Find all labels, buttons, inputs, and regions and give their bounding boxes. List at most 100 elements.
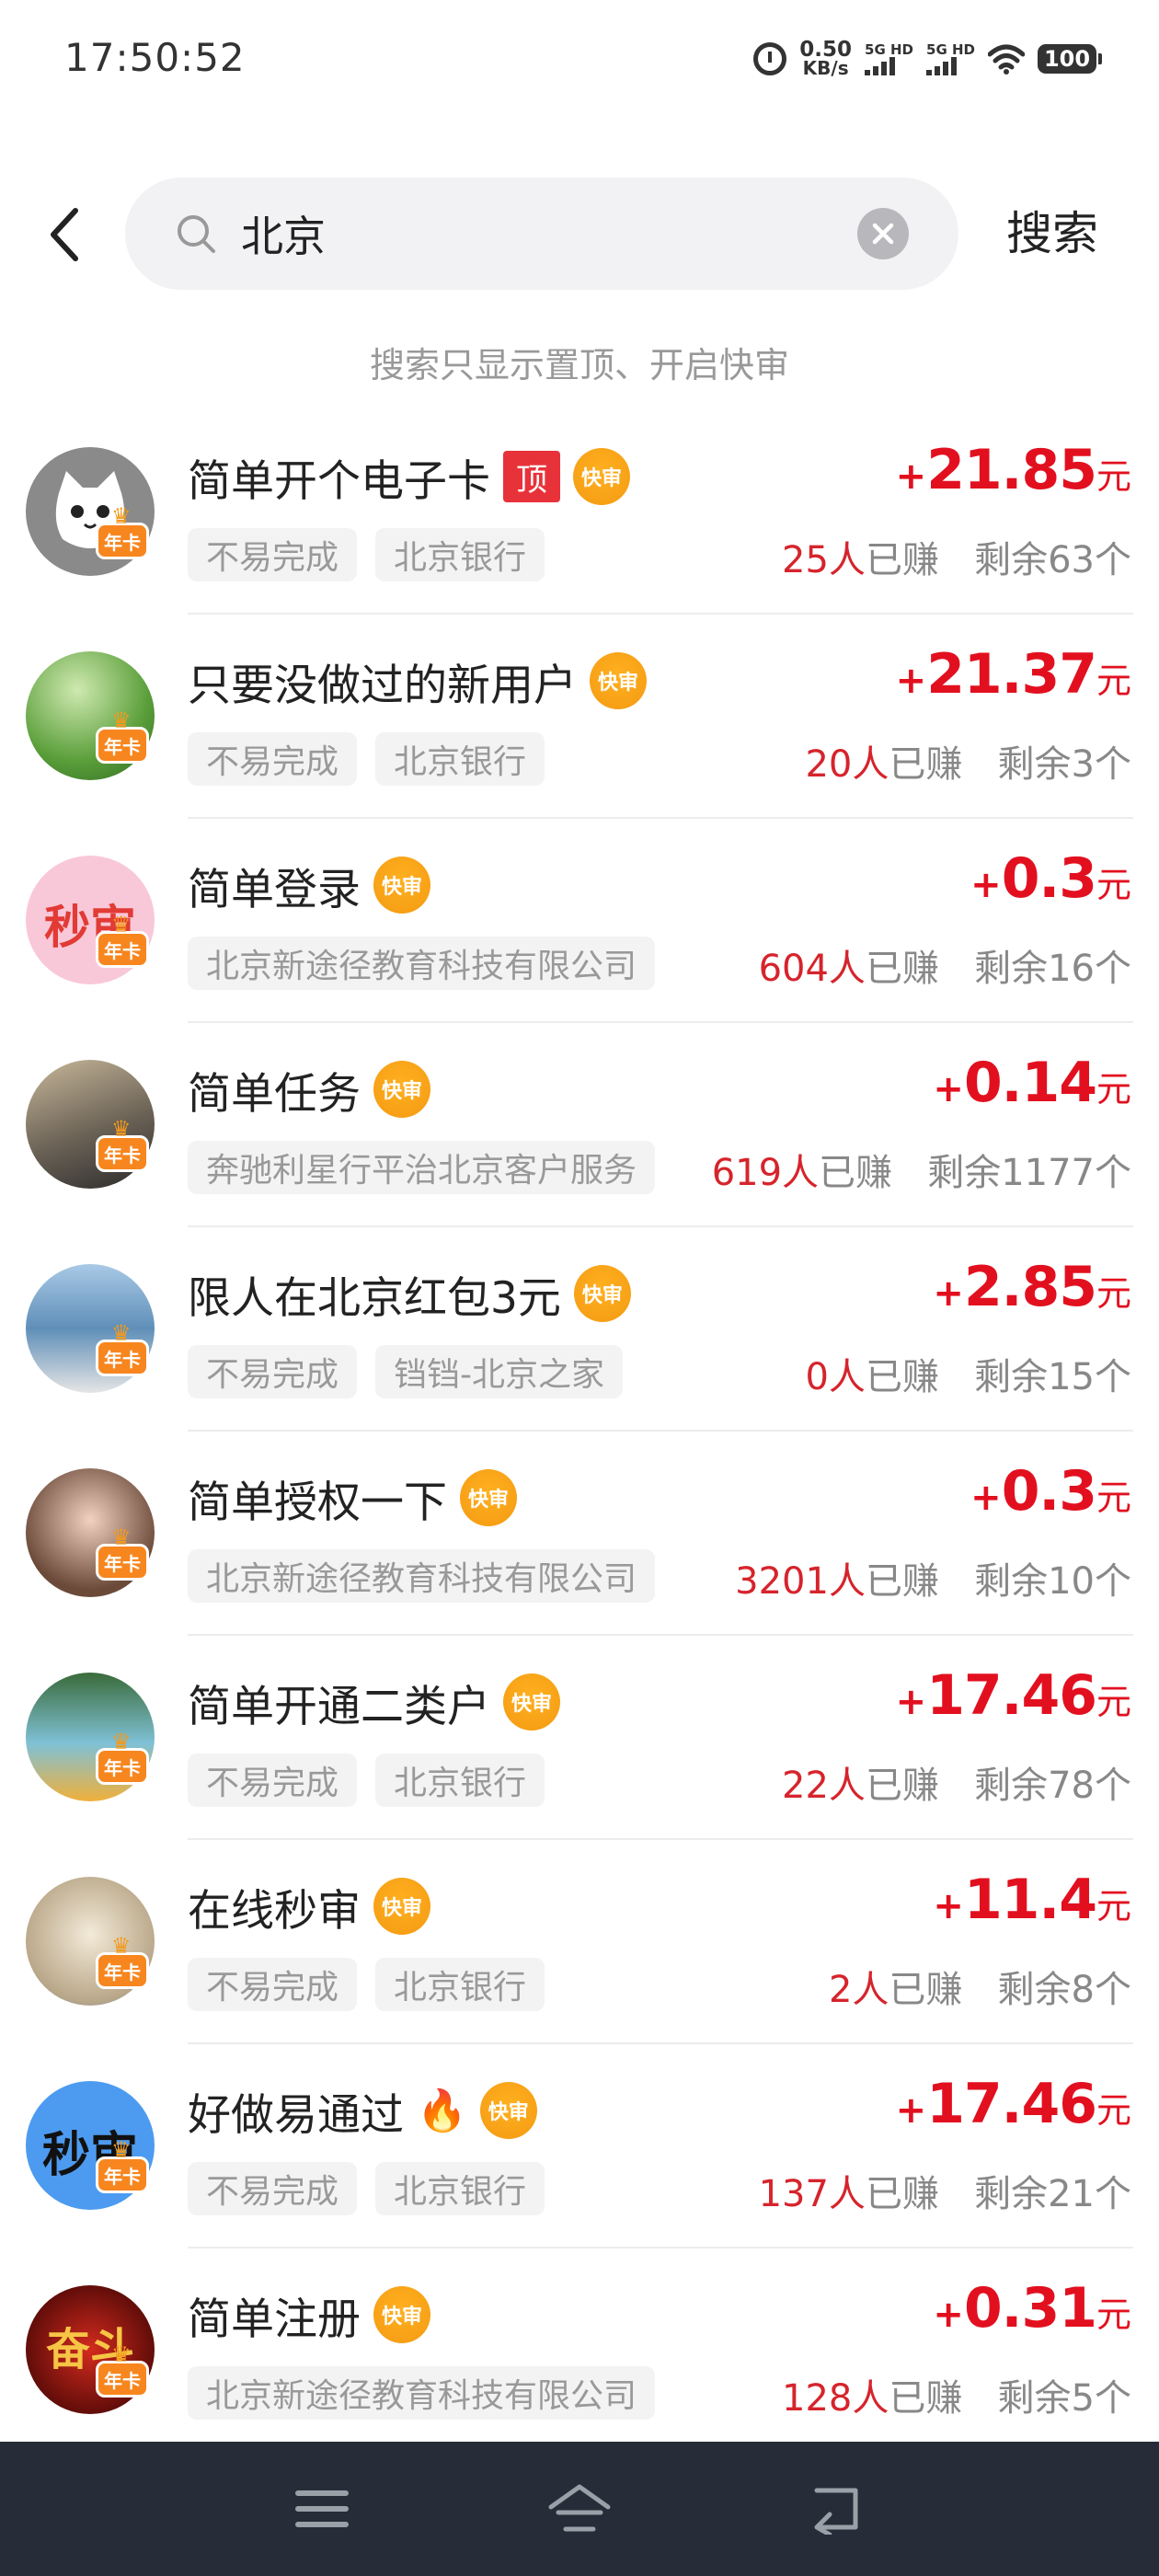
reward-unit: 元 [1096,1886,1131,1926]
fast-review-badge: 快审 [373,857,430,914]
task-row[interactable]: 年卡 限人在北京红包3元 快审 不易完成 铛铛-北京之家 +2.85元 0人已赚… [0,1227,1159,1432]
reward-amount: +0.14 元 [933,1051,1131,1115]
difficulty-tag: 不易完成 [188,1958,358,2011]
remaining-count: 21 [1048,2173,1095,2215]
reward-amount: +17.46 元 [896,2072,1131,2136]
reward-value: 21.85 [926,438,1097,502]
pinned-tag: 顶 [503,451,560,502]
earned-label: 已赚 [865,948,939,990]
home-button[interactable] [543,2477,616,2541]
fire-icon: 🔥 [417,2087,467,2134]
reward-amount: +0.3 元 [970,1459,1131,1524]
task-stats: 3201人已赚 剩余10个 [735,1551,1131,1604]
task-title: 简单开个电子卡 [188,455,490,507]
back-button[interactable] [37,198,92,271]
back-nav-button[interactable] [800,2477,874,2541]
task-row[interactable]: 奋斗 年卡 简单注册 快审 北京新途径教育科技有限公司 +0.31元 128人已… [0,2248,1159,2453]
reward-plus: + [895,2089,927,2132]
merchant-tag: 北京银行 [375,1958,545,2011]
remaining-suffix: 个 [1095,948,1131,990]
reward-plus: + [895,660,927,702]
remaining-count: 5 [1071,2377,1095,2420]
annual-card-badge: 年卡 [96,2137,149,2193]
remaining-prefix: 剩余 [927,1152,1002,1194]
search-submit-button[interactable]: 搜索 [1006,197,1098,263]
earned-label: 已赚 [865,539,939,581]
reward-value: 0.14 [963,1051,1097,1115]
merchant-tag: 北京银行 [375,1754,545,1807]
merchant-tag: 北京新途径教育科技有限公司 [188,2366,656,2420]
remaining-suffix: 个 [1095,539,1131,581]
remaining-count: 8 [1071,1969,1095,2011]
task-row[interactable]: 秒审 年卡 简单登录 快审 北京新途径教育科技有限公司 +0.3元 604人已赚… [0,819,1159,1023]
earned-label: 已赚 [889,2377,963,2420]
search-hint: 搜索只显示置顶、开启快审 [369,345,789,385]
menu-icon [295,2490,349,2527]
task-stats: 137人已赚 剩余21个 [759,2164,1131,2217]
search-box[interactable] [125,178,958,290]
reward-plus: + [933,2294,964,2336]
earned-count: 137人 [758,2173,866,2215]
merchant-tag: 铛铛-北京之家 [375,1345,624,1398]
remaining-count: 63 [1048,539,1095,581]
earned-label: 已赚 [889,743,963,786]
remaining-count: 3 [1071,743,1095,786]
reward-unit: 元 [1096,1478,1131,1518]
task-title-line: 限人在北京红包3元 快审 [188,1264,631,1324]
search-input[interactable] [241,205,848,262]
difficulty-tag: 不易完成 [188,1345,358,1398]
task-tags: 不易完成 铛铛-北京之家 [188,1345,624,1398]
earned-count: 128人 [782,2377,889,2420]
difficulty-tag: 不易完成 [188,528,358,581]
task-title: 简单注册 [188,2294,361,2345]
net-speed: 0.50 KB/s [799,40,852,78]
fast-review-badge: 快审 [590,652,647,709]
task-tags: 不易完成 北京银行 [188,528,545,581]
clear-search-button[interactable] [857,208,909,259]
task-tags: 北京新途径教育科技有限公司 [188,2366,656,2420]
remaining-prefix: 剩余 [974,2173,1049,2215]
back-icon [814,2488,858,2535]
sim1-label: 5G HD [865,41,914,58]
task-stats: 25人已赚 剩余63个 [782,530,1131,583]
reward-plus: + [933,1068,964,1110]
fast-review-badge: 快审 [573,448,630,505]
annual-card-badge: 年卡 [96,912,149,968]
task-row[interactable]: 年卡 在线秒审 快审 不易完成 北京银行 +11.4元 2人已赚 剩余8个 [0,1840,1159,2044]
reward-unit: 元 [1096,2090,1131,2131]
task-stats: 22人已赚 剩余78个 [782,1755,1131,1809]
earned-label: 已赚 [819,1152,893,1194]
task-row[interactable]: 年卡 简单任务 快审 奔驰利星行平治北京客户服务 +0.14元 619人已赚 剩… [0,1023,1159,1227]
fast-review-badge: 快审 [503,1673,560,1731]
annual-card-badge: 年卡 [96,503,149,559]
task-title: 简单任务 [188,1068,361,1120]
fast-review-badge: 快审 [373,1061,430,1118]
earned-count: 0人 [805,1356,866,1398]
earned-count: 3201人 [735,1560,866,1603]
earned-label: 已赚 [865,1765,939,1807]
task-title: 在线秒审 [188,1885,361,1937]
task-row[interactable]: 年卡 简单开个电子卡 顶 快审 不易完成 北京银行 +21.85元 25人已赚 … [0,410,1159,615]
task-list: 年卡 简单开个电子卡 顶 快审 不易完成 北京银行 +21.85元 25人已赚 … [0,410,1159,2453]
remaining-suffix: 个 [1095,2377,1131,2420]
task-tags: 奔驰利星行平治北京客户服务 [188,1141,656,1194]
reward-amount: +21.85 元 [896,438,1131,502]
reward-unit: 元 [1096,865,1131,905]
fast-review-badge: 快审 [460,1469,517,1526]
remaining-prefix: 剩余 [974,948,1049,990]
reward-plus: + [933,1885,964,1927]
task-row[interactable]: 年卡 简单开通二类户 快审 不易完成 北京银行 +17.46元 22人已赚 剩余… [0,1636,1159,1840]
merchant-tag: 北京银行 [375,732,545,786]
reward-value: 2.85 [963,1255,1097,1319]
sim2-label: 5G HD [926,41,975,58]
screen: 17:50:52 0.50 KB/s 5G HD 5G HD 100 北京 搜索… [0,0,1159,2576]
task-title-line: 简单登录 快审 [188,856,430,915]
earned-count: 22人 [782,1765,866,1807]
task-title-line: 在线秒审 快审 [188,1877,430,1937]
menu-button[interactable] [285,2477,359,2541]
task-row[interactable]: 年卡 只要没做过的新用户 快审 不易完成 北京银行 +21.37元 20人已赚 … [0,615,1159,819]
task-row[interactable]: 秒审 年卡 好做易通过 🔥 快审 不易完成 北京银行 +17.46元 137人已… [0,2044,1159,2248]
task-row[interactable]: 年卡 简单授权一下 快审 北京新途径教育科技有限公司 +0.3元 3201人已赚… [0,1432,1159,1636]
task-stats: 619人已赚 剩余1177个 [712,1143,1131,1196]
navigation-bar [0,2442,1159,2576]
